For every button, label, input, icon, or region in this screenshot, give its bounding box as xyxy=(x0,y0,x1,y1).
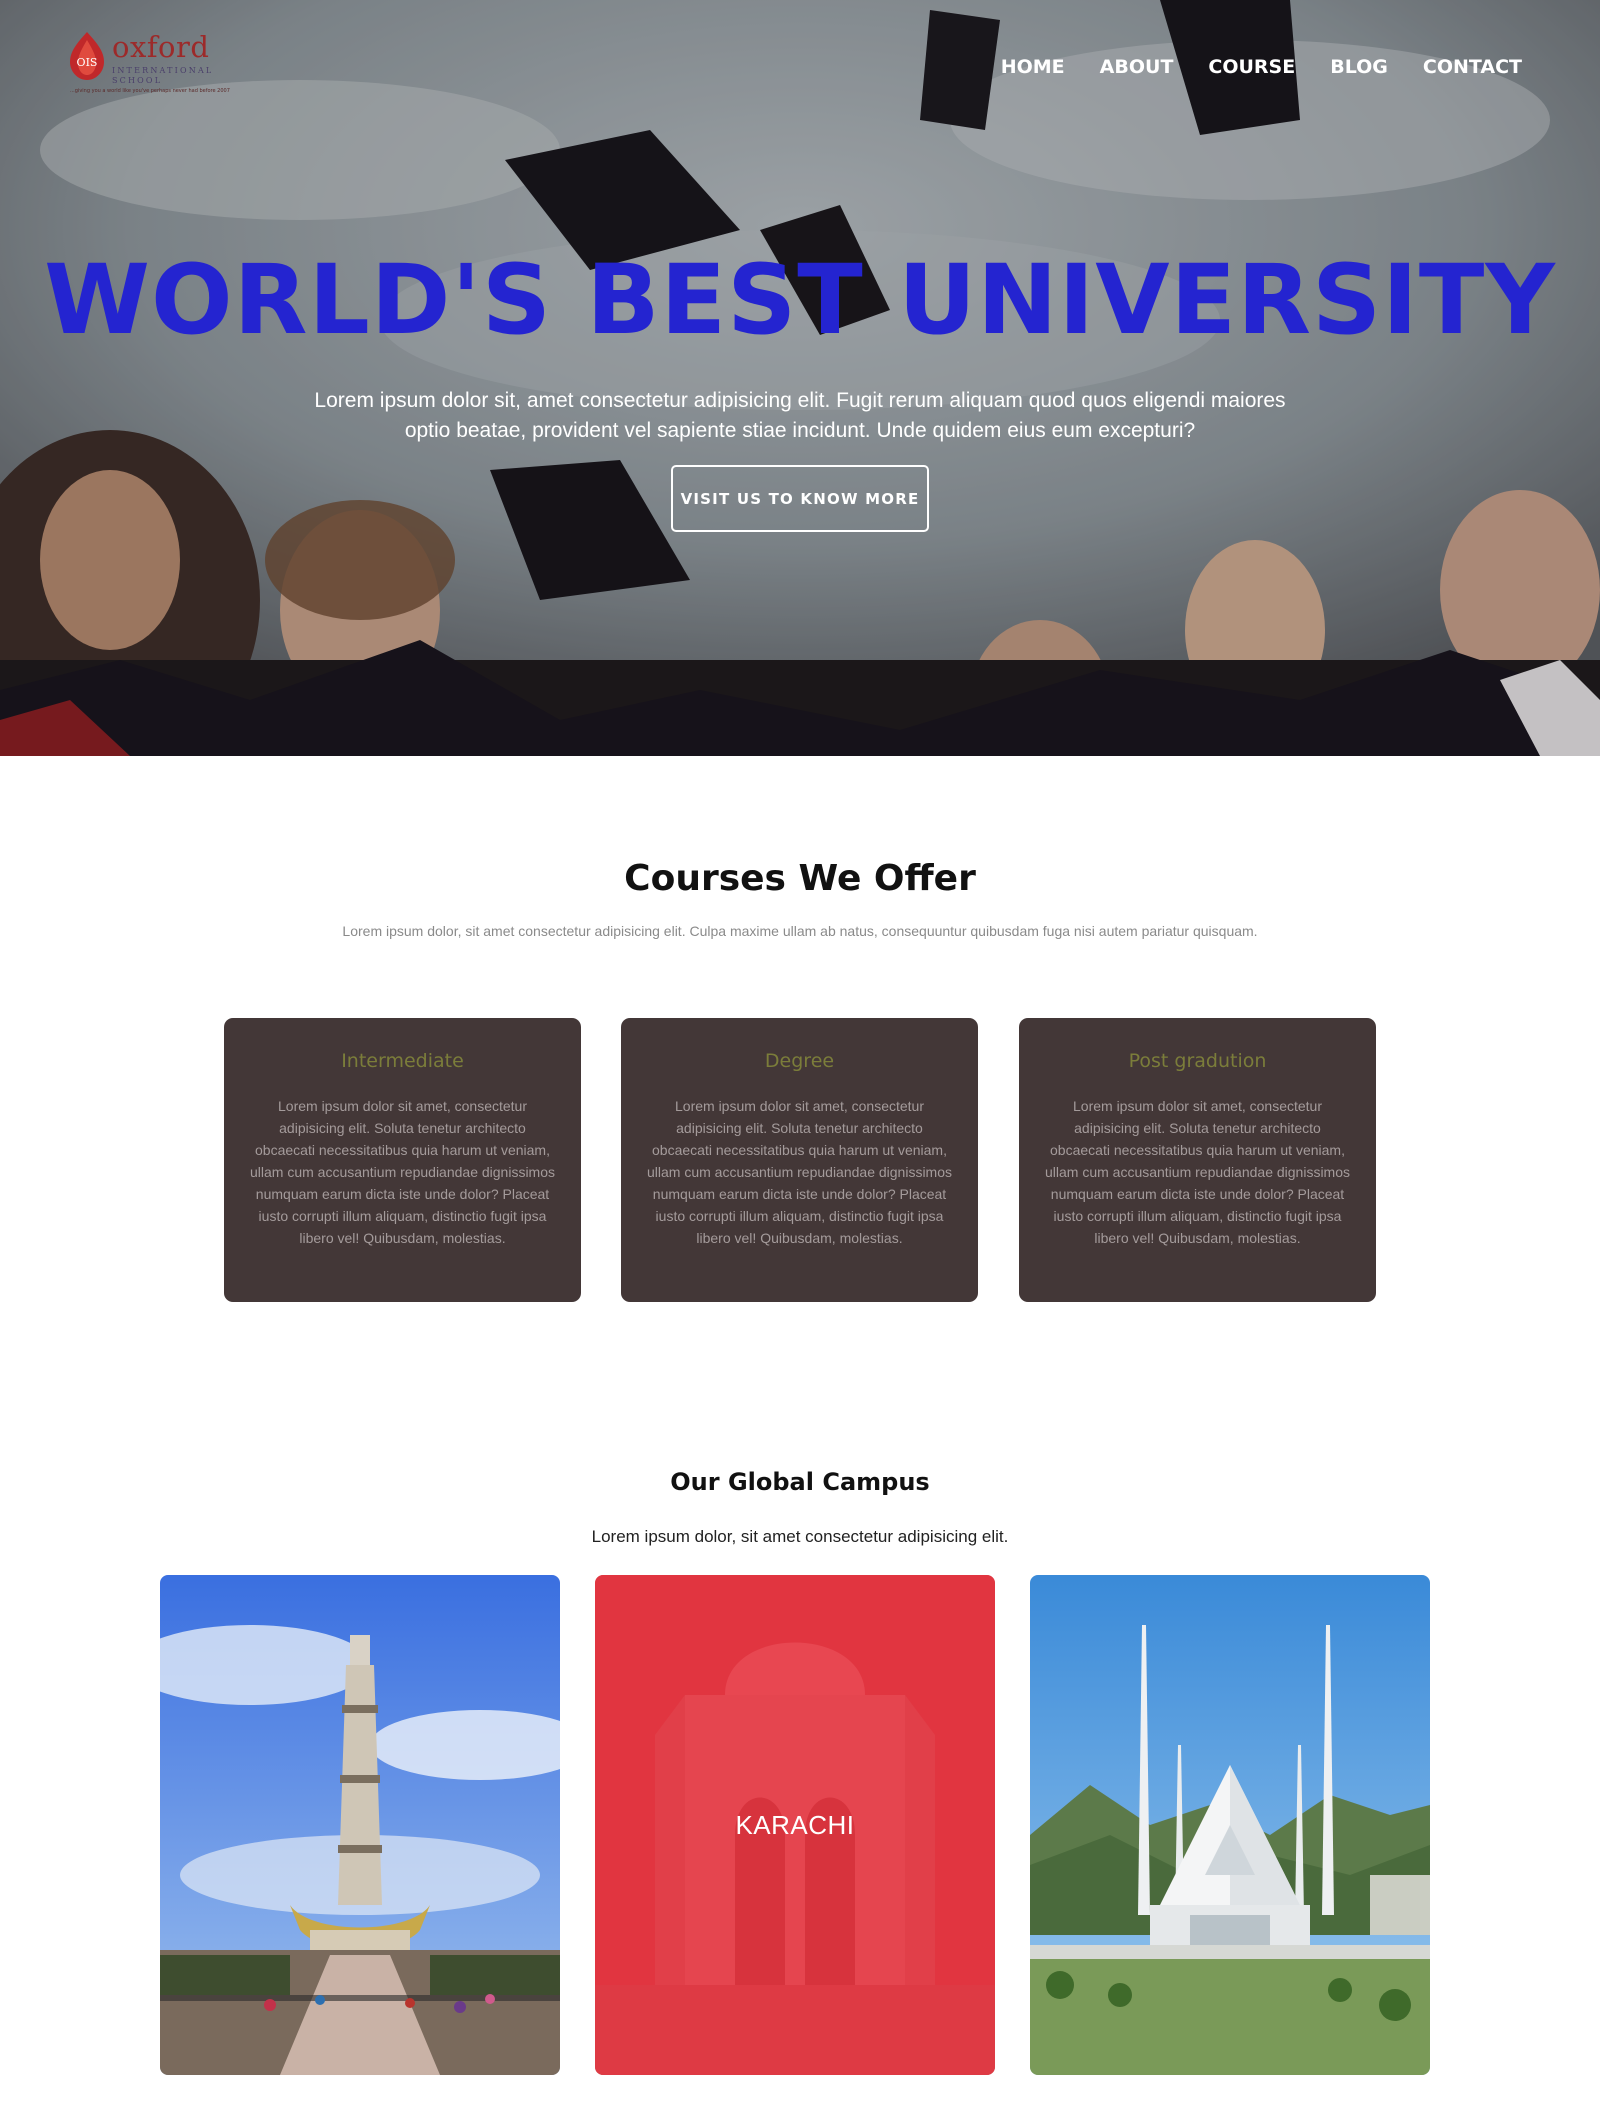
course-card-text: Lorem ipsum dolor sit amet, consectetur … xyxy=(1044,1098,1351,1246)
hero-overlay xyxy=(0,0,1600,756)
course-cards: Intermediate Lorem ipsum dolor sit amet,… xyxy=(224,1018,1376,1302)
campus-hover-overlay: KARACHI xyxy=(595,1575,995,2075)
course-card-degree[interactable]: Degree Lorem ipsum dolor sit amet, conse… xyxy=(621,1018,978,1302)
hero-title: WORLD'S BEST UNIVERSITY xyxy=(44,244,1556,356)
course-card-title: Post gradution xyxy=(1128,1050,1267,1072)
course-card-intermediate[interactable]: Intermediate Lorem ipsum dolor sit amet,… xyxy=(224,1018,581,1302)
course-card-title: Intermediate xyxy=(341,1050,464,1072)
hero-description: Lorem ipsum dolor sit, amet consectetur … xyxy=(314,389,1286,442)
course-card-text: Lorem ipsum dolor sit amet, consectetur … xyxy=(646,1098,953,1246)
hero-section: OIS oxford INTERNATIONAL SCHOOL ...givin… xyxy=(0,0,1600,756)
campus-city-label: KARACHI xyxy=(735,1809,855,1840)
campus-subtitle: Lorem ipsum dolor, sit amet consectetur … xyxy=(591,1527,1009,1546)
faisal-mosque-image xyxy=(1030,1575,1430,2075)
campus-title: Our Global Campus xyxy=(670,1468,930,1496)
courses-title: Courses We Offer xyxy=(624,858,976,899)
minar-image xyxy=(160,1575,560,2075)
course-card-title: Degree xyxy=(764,1050,835,1072)
main-nav: HOME ABOUT COURSE BLOG CONTACT xyxy=(1001,56,1522,78)
nav-blog[interactable]: BLOG xyxy=(1330,56,1388,78)
nav-course[interactable]: COURSE xyxy=(1208,56,1295,78)
nav-home[interactable]: HOME xyxy=(1001,56,1065,78)
campus-card-karachi[interactable]: KARACHI xyxy=(595,1575,995,2075)
logo-name: oxford xyxy=(112,30,210,64)
campus-card-islamabad[interactable] xyxy=(1030,1575,1430,2075)
svg-text:OIS: OIS xyxy=(77,56,98,69)
visit-us-button[interactable]: VISIT US TO KNOW MORE xyxy=(671,465,929,532)
nav-contact[interactable]: CONTACT xyxy=(1423,56,1522,78)
course-card-post-graduation[interactable]: Post gradution Lorem ipsum dolor sit ame… xyxy=(1019,1018,1376,1302)
logo-tagline: ...giving you a world like you've perhap… xyxy=(70,88,230,94)
course-card-text: Lorem ipsum dolor sit amet, consectetur … xyxy=(249,1098,556,1246)
campus-card-lahore[interactable] xyxy=(160,1575,560,2075)
logo-subtitle: INTERNATIONAL SCHOOL xyxy=(112,66,214,85)
nav-about[interactable]: ABOUT xyxy=(1100,56,1174,78)
courses-subtitle: Lorem ipsum dolor, sit amet consectetur … xyxy=(342,923,1258,939)
logo-emblem-icon: OIS xyxy=(70,32,104,80)
site-logo[interactable]: OIS oxford INTERNATIONAL SCHOOL ...givin… xyxy=(64,30,230,102)
